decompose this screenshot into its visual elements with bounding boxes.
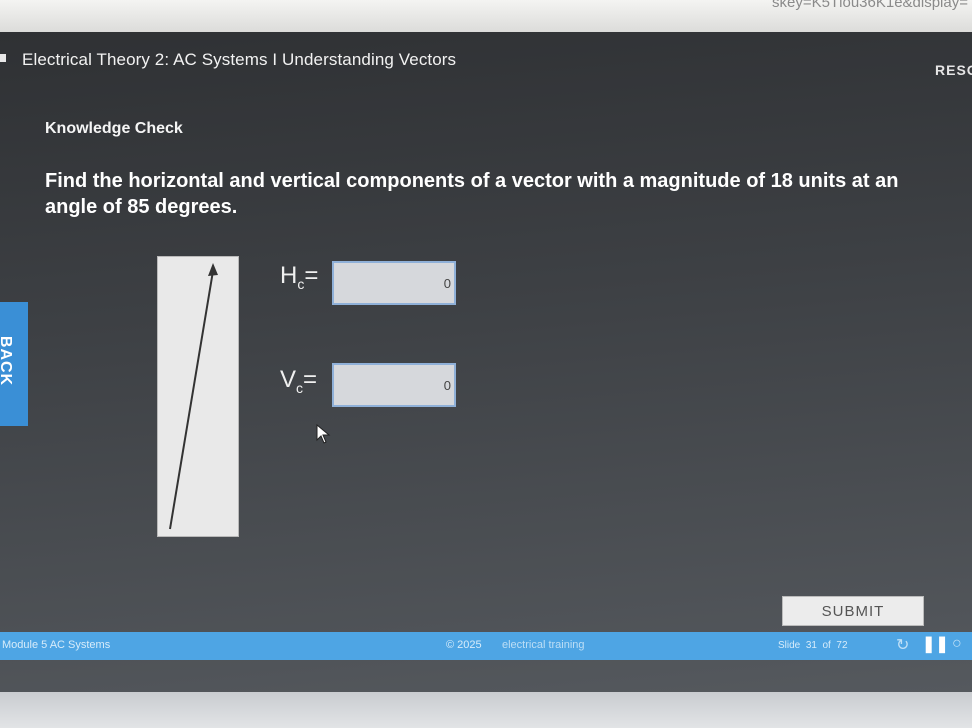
replay-icon[interactable]: ↻ — [896, 635, 909, 655]
course-title: Electrical Theory 2: AC Systems I Unders… — [22, 50, 457, 69]
vector-arrow-icon — [169, 263, 218, 530]
resources-button[interactable]: RESO — [935, 62, 972, 78]
vertical-component-label: Vc= — [280, 366, 318, 396]
player-footer: Module 5 AC Systems © 2025 electrical tr… — [0, 632, 972, 660]
desk-strip — [0, 692, 972, 728]
slide-counter: Slide 31 of 72 — [778, 640, 848, 651]
submit-button[interactable]: SUBMIT — [782, 596, 924, 626]
copyright-text: © 2025 — [446, 639, 482, 651]
pause-icon[interactable]: ❚❚ — [922, 634, 949, 654]
horizontal-component-input[interactable] — [332, 261, 456, 305]
question-text: Find the horizontal and vertical compone… — [45, 170, 899, 218]
back-button[interactable]: BACK — [0, 302, 28, 426]
brand-logo: electrical training — [502, 639, 585, 651]
vector-diagram — [157, 256, 239, 537]
course-player: Electrical Theory 2: AC Systems I Unders… — [0, 32, 972, 708]
horizontal-component-label: Hc= — [280, 262, 319, 292]
url-text: skey=K5Tlou36K1e&display= — [772, 0, 968, 11]
more-icon[interactable]: ○ — [952, 635, 962, 653]
browser-url-bar[interactable]: skey=K5Tlou36K1e&display= — [0, 0, 972, 32]
section-label: Knowledge Check — [45, 120, 183, 137]
module-label: Module 5 AC Systems — [2, 639, 111, 651]
vertical-component-input[interactable] — [332, 363, 456, 407]
title-marker — [0, 54, 6, 62]
mouse-cursor-icon — [316, 424, 331, 444]
